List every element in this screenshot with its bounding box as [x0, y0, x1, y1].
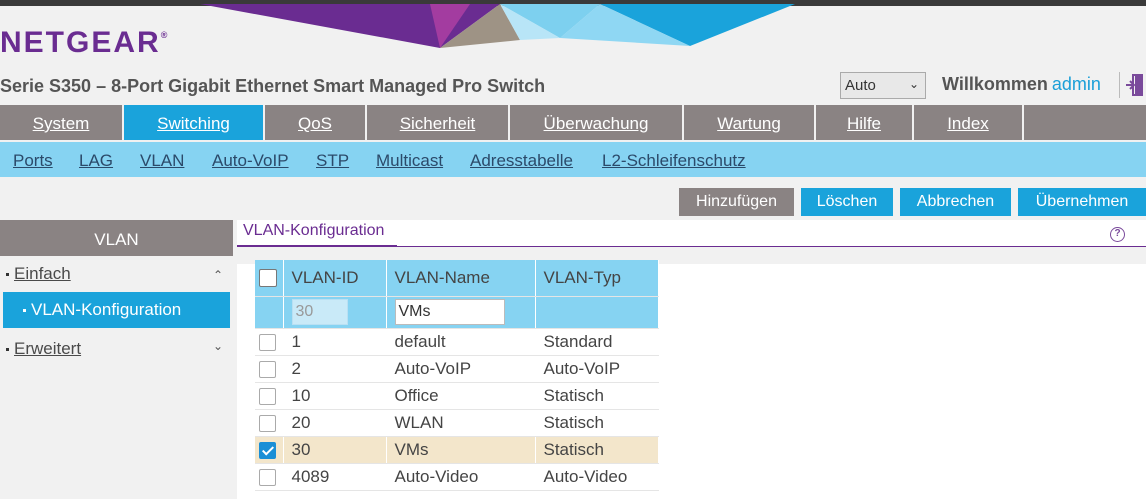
vlan-id-input[interactable]: 30 [291, 299, 348, 325]
row-vlan-name: Auto-Video [386, 463, 536, 491]
row-select-cell [255, 355, 284, 383]
logout-icon[interactable] [1126, 73, 1146, 97]
chevron-down-icon: ⌄ [908, 77, 919, 91]
nav-wartung[interactable]: Wartung [684, 105, 816, 140]
header-banner [0, 0, 1146, 66]
row-checkbox[interactable] [259, 360, 276, 378]
table-row[interactable]: 10 Office Statisch [255, 382, 659, 410]
vlan-name-input[interactable]: VMs [394, 299, 505, 325]
row-vlan-id: 1 [283, 328, 387, 356]
subnav-adresstabelle[interactable]: Adresstabelle [470, 151, 573, 171]
row-select-cell [255, 328, 284, 356]
bullet-icon [6, 273, 9, 277]
cancel-button[interactable]: Abbrechen [900, 188, 1011, 216]
subnav-multicast[interactable]: Multicast [376, 151, 443, 171]
edit-type-cell [535, 296, 659, 329]
row-vlan-name: Auto-VoIP [386, 355, 536, 383]
table-row-selected[interactable]: 30 VMs Statisch [255, 436, 659, 464]
add-button[interactable]: Hinzufügen [679, 188, 794, 216]
row-select-cell [255, 436, 284, 464]
select-all-cell [255, 260, 284, 297]
sidebar-group-label: Erweitert [14, 339, 82, 358]
bullet-icon [6, 348, 9, 352]
row-vlan-id: 10 [283, 382, 387, 410]
user-link[interactable]: admin [1052, 74, 1101, 94]
sidebar-group-label: Einfach [14, 264, 71, 283]
sub-nav: Ports LAG VLAN Auto-VoIP STP Multicast A… [0, 142, 1146, 177]
subnav-l2-schleifenschutz[interactable]: L2-Schleifenschutz [602, 151, 746, 171]
vlan-table: VLAN-ID VLAN-Name VLAN-Typ 30 VMs 1 defa… [255, 260, 659, 491]
nav-ueberwachung[interactable]: Überwachung [510, 105, 684, 140]
row-vlan-id: 2 [283, 355, 387, 383]
nav-system[interactable]: System [0, 105, 124, 140]
language-select[interactable]: Auto ⌄ [840, 72, 926, 99]
welcome-label: Willkommen [942, 74, 1048, 94]
language-select-value: Auto [845, 77, 876, 94]
row-vlan-id: 4089 [283, 463, 387, 491]
chevron-down-icon[interactable]: ⌄ [213, 339, 223, 353]
banner-graphic [0, 0, 1146, 48]
subnav-stp[interactable]: STP [316, 151, 349, 171]
apply-button[interactable]: Übernehmen [1018, 188, 1146, 216]
header-vlan-typ[interactable]: VLAN-Typ [535, 260, 659, 297]
row-checkbox[interactable] [259, 468, 276, 486]
sidebar-item-vlan-konfiguration[interactable]: VLAN-Konfiguration [3, 292, 230, 328]
main-nav: System Switching QoS Sicherheit Überwach… [0, 105, 1146, 140]
row-vlan-typ: Standard [535, 328, 659, 356]
nav-index[interactable]: Index [914, 105, 1024, 140]
row-vlan-name: WLAN [386, 409, 536, 437]
edit-id-cell: 30 [283, 296, 387, 329]
nav-hilfe[interactable]: Hilfe [816, 105, 914, 140]
welcome-text: Willkommen admin [942, 74, 1101, 95]
sidebar-group-erweitert[interactable]: Erweitert [6, 339, 81, 359]
edit-name-cell: VMs [386, 296, 536, 329]
device-title: Serie S350 – 8-Port Gigabit Ethernet Sma… [0, 76, 546, 96]
row-select-cell [255, 463, 284, 491]
row-vlan-name: Office [386, 382, 536, 410]
row-vlan-name: default [386, 328, 536, 356]
sidebar-item-label: VLAN-Konfiguration [31, 300, 182, 319]
row-vlan-id: 20 [283, 409, 387, 437]
panel-title: VLAN-Konfiguration [237, 220, 397, 247]
table-header-row: VLAN-ID VLAN-Name VLAN-Typ [255, 260, 659, 297]
bullet-icon [23, 309, 26, 313]
table-row[interactable]: 4089 Auto-Video Auto-Video [255, 463, 659, 491]
delete-button[interactable]: Löschen [801, 188, 893, 216]
subnav-lag[interactable]: LAG [79, 151, 113, 171]
table-row[interactable]: 1 default Standard [255, 328, 659, 356]
row-vlan-typ: Auto-Video [535, 463, 659, 491]
subnav-auto-voip[interactable]: Auto-VoIP [212, 151, 289, 171]
row-vlan-name: VMs [386, 436, 536, 464]
subnav-vlan[interactable]: VLAN [140, 151, 184, 171]
nav-qos[interactable]: QoS [265, 105, 367, 140]
row-vlan-typ: Statisch [535, 409, 659, 437]
netgear-logo: NETGEAR® [0, 26, 170, 59]
table-row[interactable]: 20 WLAN Statisch [255, 409, 659, 437]
chevron-up-icon[interactable]: ⌃ [213, 268, 223, 282]
row-select-cell [255, 409, 284, 437]
select-all-checkbox[interactable] [259, 269, 277, 288]
table-edit-row: 30 VMs [255, 296, 659, 329]
row-vlan-typ: Auto-VoIP [535, 355, 659, 383]
nav-switching[interactable]: Switching [124, 105, 265, 140]
row-vlan-typ: Statisch [535, 436, 659, 464]
row-checkbox[interactable] [259, 387, 276, 405]
help-icon[interactable]: ? [1110, 227, 1125, 242]
table-row[interactable]: 2 Auto-VoIP Auto-VoIP [255, 355, 659, 383]
sidebar-title: VLAN [0, 220, 233, 256]
nav-sicherheit[interactable]: Sicherheit [367, 105, 510, 140]
row-checkbox[interactable] [259, 333, 276, 351]
subnav-ports[interactable]: Ports [13, 151, 53, 171]
header-vlan-name[interactable]: VLAN-Name [386, 260, 536, 297]
row-checkbox-checked[interactable] [259, 441, 276, 459]
sidebar-group-einfach[interactable]: Einfach [6, 264, 71, 284]
edit-row-spacer [255, 296, 284, 329]
header-vlan-id[interactable]: VLAN-ID [283, 260, 387, 297]
header-divider [1119, 72, 1120, 98]
row-select-cell [255, 382, 284, 410]
row-vlan-id: 30 [283, 436, 387, 464]
row-vlan-typ: Statisch [535, 382, 659, 410]
row-checkbox[interactable] [259, 414, 276, 432]
